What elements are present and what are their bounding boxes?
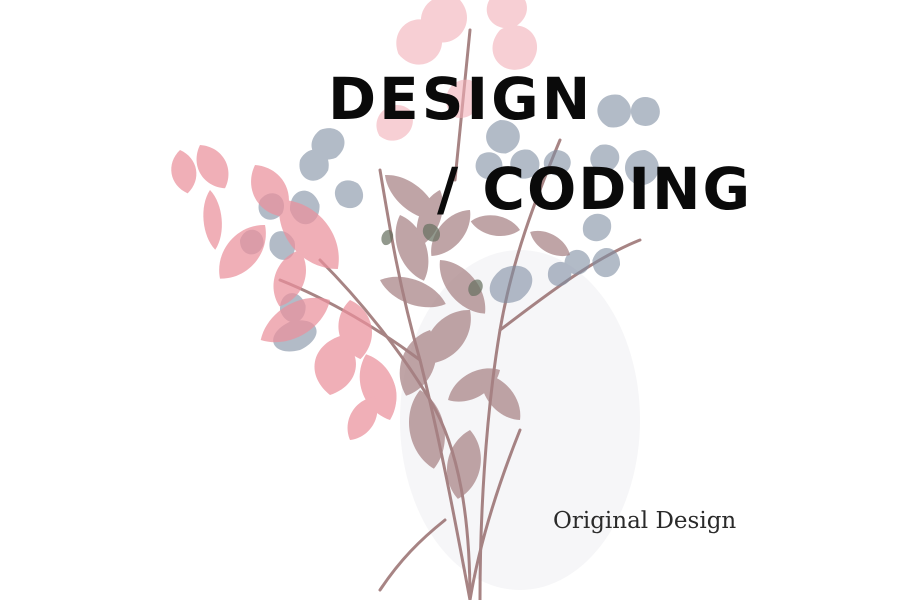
headline-coding: / CODING bbox=[437, 155, 753, 223]
subtitle-original-design: Original Design bbox=[553, 508, 737, 534]
hero-banner: DESIGN / CODING Original Design bbox=[0, 0, 900, 600]
headline-design: DESIGN bbox=[328, 65, 594, 133]
